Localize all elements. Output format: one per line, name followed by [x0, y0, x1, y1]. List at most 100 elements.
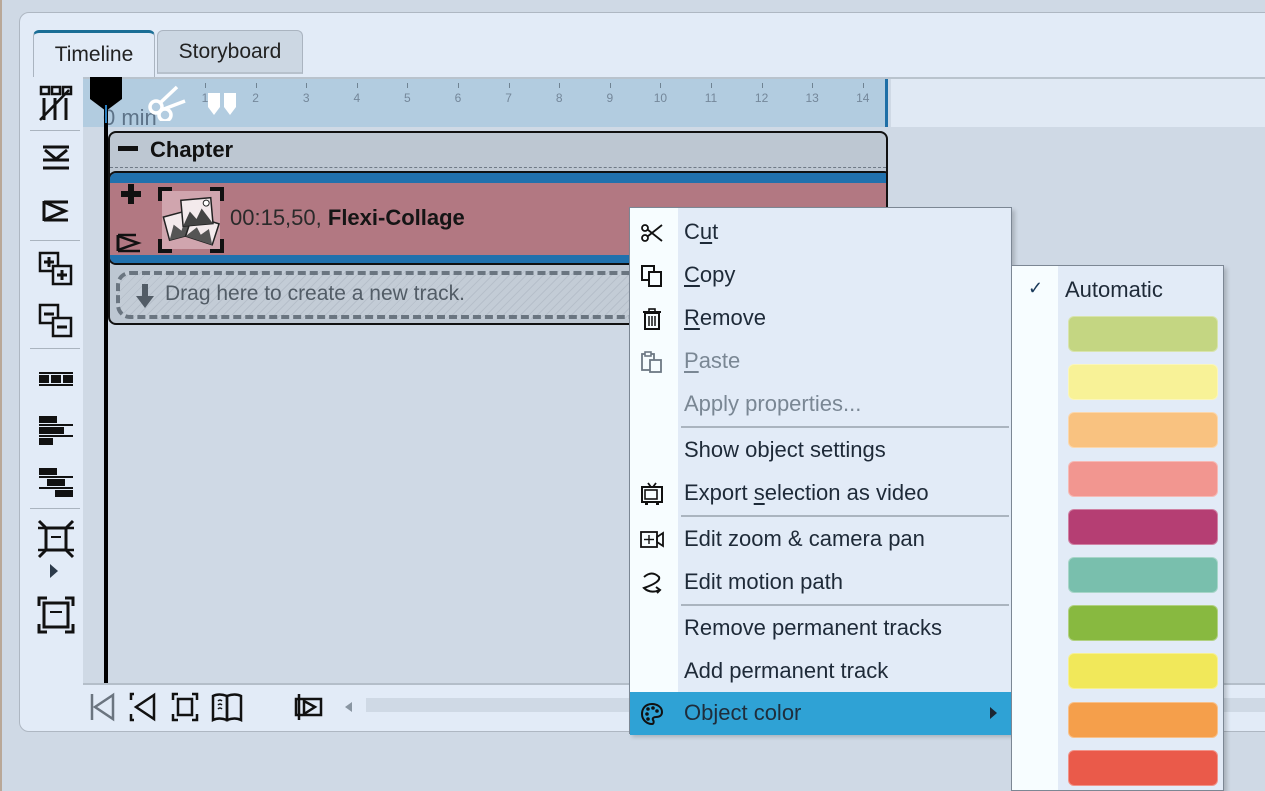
menu-item-label: Export selection as video — [684, 480, 929, 505]
menu-item-object-color[interactable]: Object color — [630, 692, 1011, 735]
menu-item-remove[interactable]: Remove — [630, 297, 1011, 340]
go-to-marker-icon — [129, 692, 156, 722]
fit-view-button[interactable] — [169, 691, 201, 723]
expand-all-button[interactable] — [34, 248, 78, 290]
ruler-tick-label: 6 — [454, 91, 462, 105]
toolbar-separator — [30, 348, 80, 349]
tab-storyboard[interactable]: Storyboard — [157, 30, 303, 74]
color-swatch[interactable] — [1068, 605, 1218, 642]
color-swatch[interactable] — [1068, 460, 1218, 497]
menu-separator — [681, 604, 1009, 606]
menu-item-label: Add permanent track — [684, 658, 889, 683]
time-ruler[interactable]: 0 min 123456789101112131415 — [83, 79, 920, 130]
menu-item-edit-zoom-camera-pan[interactable]: Edit zoom & camera pan — [630, 518, 1011, 561]
ruler-tick-label: 3 — [302, 91, 310, 105]
insert-transition-button[interactable] — [34, 136, 78, 178]
motion-path-icon — [642, 572, 662, 594]
paste-icon — [641, 351, 662, 373]
preview-play-button[interactable] — [293, 691, 325, 723]
menu-item-label: Paste — [684, 348, 741, 373]
add-icon[interactable] — [120, 183, 142, 205]
pause-marker-icon[interactable] — [207, 93, 239, 115]
scissors-marker-icon[interactable] — [147, 85, 187, 121]
ruler-tick-label: 11 — [704, 91, 718, 105]
track-top-bar — [110, 173, 886, 183]
track-label: 00:15,50, Flexi-Collage — [230, 205, 465, 231]
object-color-submenu: ✓ Automatic — [1011, 265, 1224, 791]
collapse-all-icon — [38, 303, 73, 338]
transition-button[interactable] — [34, 190, 78, 232]
color-option-automatic[interactable]: ✓ Automatic — [1012, 270, 1223, 310]
ruler-tick — [306, 83, 308, 88]
color-swatch[interactable] — [1068, 508, 1218, 545]
playhead-indicator — [105, 105, 107, 123]
ruler-tick-label: 10 — [653, 91, 668, 105]
chapter-header: Chapter — [110, 133, 886, 168]
tv-icon — [641, 482, 663, 505]
color-swatch[interactable] — [1068, 412, 1218, 449]
context-menu: Cut Copy Remove Paste Apply properties..… — [629, 207, 1012, 735]
expand-arrow-icon[interactable] — [50, 564, 58, 578]
fit-inward-icon — [37, 519, 75, 559]
go-to-start-icon — [90, 692, 115, 722]
scissors-icon — [641, 224, 663, 242]
ruler-tick — [255, 83, 257, 88]
ruler-tick — [407, 83, 409, 88]
color-swatch[interactable] — [1068, 316, 1218, 352]
snap-grid-button[interactable] — [34, 82, 78, 124]
toolbar-separator — [30, 240, 80, 241]
ruler-tick — [660, 83, 662, 88]
ruler-tick-label: 8 — [555, 91, 563, 105]
ruler-tick — [205, 83, 206, 88]
color-swatch[interactable] — [1068, 749, 1218, 786]
fit-outward-button[interactable] — [34, 594, 78, 636]
menu-item-remove-permanent-tracks[interactable]: Remove permanent tracks — [630, 607, 1011, 650]
align-stagger-icon — [39, 468, 73, 497]
transition-icon[interactable] — [116, 233, 142, 253]
track-name: Flexi-Collage — [327, 205, 465, 230]
go-to-marker-button[interactable] — [127, 691, 159, 723]
menu-item-cut[interactable]: Cut — [630, 211, 1011, 254]
go-to-start-button[interactable] — [87, 691, 119, 723]
menu-item-label: Edit motion path — [684, 569, 843, 594]
track-layout-row-button[interactable] — [34, 358, 78, 400]
dropzone-text: Drag here to create a new track. — [165, 282, 465, 305]
color-swatch[interactable] — [1068, 701, 1218, 738]
color-swatch[interactable] — [1068, 653, 1218, 690]
preview-play-icon — [294, 694, 323, 720]
menu-item-add-permanent-track[interactable]: Add permanent track — [630, 650, 1011, 693]
menu-item-show-object-settings[interactable]: Show object settings — [630, 429, 1011, 472]
align-stagger-button[interactable] — [34, 462, 78, 504]
align-left-button[interactable] — [34, 410, 78, 452]
color-swatch[interactable] — [1068, 557, 1218, 593]
automatic-label: Automatic — [1065, 277, 1163, 302]
ruler-tick — [812, 83, 814, 88]
chapter-title: Chapter — [150, 137, 234, 162]
ruler-tick-label: 9 — [606, 91, 614, 105]
menu-item-label: Remove — [684, 305, 766, 330]
book-button[interactable] — [211, 691, 243, 723]
menu-item-export-selection[interactable]: Export selection as video — [630, 472, 1011, 515]
fit-inward-button[interactable] — [34, 518, 78, 560]
menu-item-label: Object color — [684, 700, 802, 725]
track-layout-row-icon — [39, 372, 73, 386]
ruler-tick — [711, 83, 712, 88]
submenu-icon-gutter — [1012, 266, 1058, 790]
ruler-tick — [559, 83, 561, 88]
menu-item-edit-motion-path[interactable]: Edit motion path — [630, 561, 1011, 604]
ruler-tick-label: 12 — [754, 91, 769, 105]
ruler-tick — [458, 83, 459, 88]
collapse-all-button[interactable] — [34, 300, 78, 342]
color-swatch[interactable] — [1068, 364, 1218, 401]
menu-separator — [681, 515, 1009, 517]
menu-item-copy[interactable]: Copy — [630, 254, 1011, 297]
ruler-tick — [609, 83, 611, 88]
arrow-down-icon — [136, 284, 154, 308]
tab-timeline[interactable]: Timeline — [33, 30, 155, 77]
fit-view-icon — [171, 692, 199, 722]
ruler-tick — [862, 83, 864, 88]
flexi-collage-thumbnail-icon — [158, 187, 224, 253]
collapse-chapter-icon[interactable] — [118, 146, 138, 151]
expand-all-icon — [38, 251, 73, 286]
scroll-left-arrow-icon[interactable] — [345, 702, 352, 712]
